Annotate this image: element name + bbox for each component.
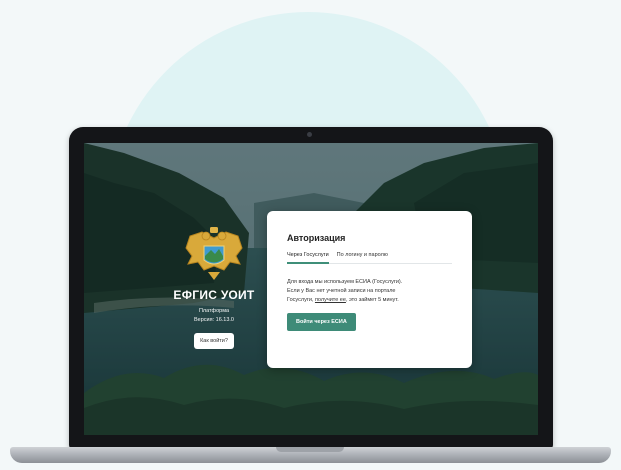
login-esia-button[interactable]: Войти через ЕСИА	[287, 313, 356, 332]
camera-icon	[307, 132, 312, 137]
desc-line-3-pre: Госуслуги,	[287, 297, 315, 304]
desc-line-1: Для входа мы используем ЕСИА (Госуслуги)…	[287, 279, 403, 285]
how-to-login-button[interactable]: Как войти?	[194, 333, 234, 349]
desc-line-3-post: , это займет 5 минут.	[345, 297, 399, 304]
auth-tabs: Через Госуслуги По логину и паролю	[287, 252, 452, 264]
page: ЕФГИС УОИТ Платформа Версия: 16.13.0 Как…	[0, 0, 621, 470]
tab-login-password[interactable]: По логину и паролю	[337, 252, 388, 263]
laptop-lid: ЕФГИС УОИТ Платформа Версия: 16.13.0 Как…	[69, 127, 553, 449]
get-account-link[interactable]: получите ее	[315, 297, 346, 303]
laptop-screen: ЕФГИС УОИТ Платформа Версия: 16.13.0 Как…	[84, 143, 538, 435]
auth-description: Для входа мы используем ЕСИА (Госуслуги)…	[287, 278, 452, 305]
emblem-icon	[185, 227, 243, 280]
desc-line-2: Если у Вас нет учетной записи на портале	[287, 288, 396, 295]
auth-card: Авторизация Через Госуслуги По логину и …	[267, 211, 472, 368]
auth-title: Авторизация	[287, 233, 346, 243]
laptop-base	[10, 447, 611, 463]
tab-gosuslugi[interactable]: Через Госуслуги	[287, 252, 329, 264]
laptop-notch	[276, 447, 344, 452]
